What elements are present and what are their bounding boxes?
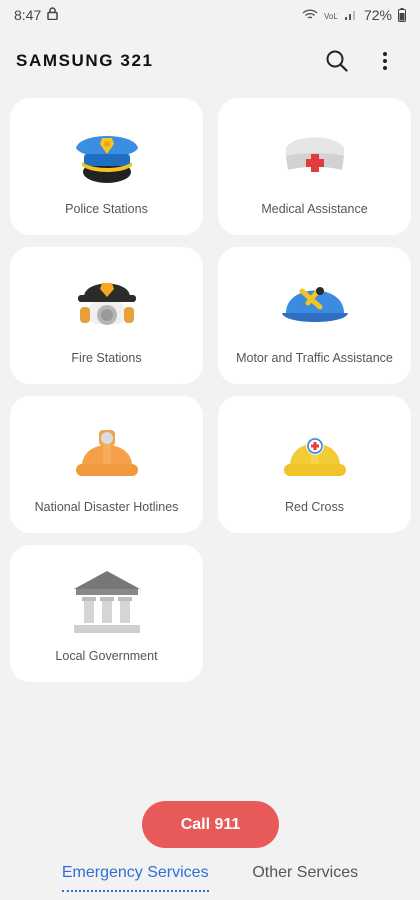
service-label: National Disaster Hotlines bbox=[34, 500, 179, 514]
status-bar: 8:47 VoLTE 72% bbox=[0, 0, 420, 30]
service-label: Local Government bbox=[55, 649, 158, 663]
service-label: Medical Assistance bbox=[261, 202, 368, 216]
more-options-icon[interactable] bbox=[372, 48, 398, 74]
search-icon[interactable] bbox=[324, 48, 350, 74]
mechanic-cap-icon bbox=[280, 273, 350, 335]
status-time: 8:47 bbox=[14, 7, 42, 23]
tab-label: Emergency Services bbox=[61, 864, 209, 881]
service-card-fire-stations[interactable]: Fire Stations bbox=[10, 247, 203, 384]
call-911-button[interactable]: Call 911 bbox=[142, 801, 279, 848]
tab-emergency-services[interactable]: Emergency Services bbox=[61, 858, 209, 894]
miner-helmet-icon bbox=[72, 422, 142, 484]
tab-other-services[interactable]: Other Services bbox=[252, 858, 358, 894]
wifi-icon bbox=[302, 9, 318, 21]
service-card-medical-assistance[interactable]: Medical Assistance bbox=[218, 98, 411, 235]
volte-icon: VoLTE bbox=[324, 9, 338, 21]
bottom-tab-bar: Emergency Services Other Services bbox=[0, 858, 420, 894]
services-grid: Police Stations Medical Assistance Fire … bbox=[10, 98, 411, 682]
service-card-red-cross[interactable]: Red Cross bbox=[218, 396, 411, 533]
red-cross-helmet-icon bbox=[280, 422, 350, 484]
firefighter-helmet-icon bbox=[72, 273, 142, 335]
signal-icon bbox=[344, 9, 358, 21]
service-label: Red Cross bbox=[284, 500, 345, 514]
service-card-motor-traffic-assistance[interactable]: Motor and Traffic Assistance bbox=[218, 247, 411, 384]
app-title: SAMSUNG 321 bbox=[16, 51, 154, 70]
active-tab-indicator bbox=[61, 890, 209, 892]
government-building-icon bbox=[72, 571, 142, 633]
service-label: Police Stations bbox=[65, 202, 148, 216]
nurse-cap-icon bbox=[280, 124, 350, 186]
app-header: SAMSUNG 321 bbox=[0, 30, 420, 92]
service-card-national-disaster-hotlines[interactable]: National Disaster Hotlines bbox=[10, 396, 203, 533]
police-cap-icon bbox=[72, 124, 142, 186]
service-label: Motor and Traffic Assistance bbox=[236, 351, 393, 365]
tab-label: Other Services bbox=[252, 864, 359, 881]
service-card-police-stations[interactable]: Police Stations bbox=[10, 98, 203, 235]
battery-level: 72% bbox=[363, 7, 392, 23]
lock-icon bbox=[47, 7, 58, 23]
service-label: Fire Stations bbox=[71, 351, 142, 365]
service-card-local-government[interactable]: Local Government bbox=[10, 545, 203, 682]
battery-icon bbox=[398, 8, 406, 22]
svg-text:VoLTE: VoLTE bbox=[324, 12, 338, 21]
